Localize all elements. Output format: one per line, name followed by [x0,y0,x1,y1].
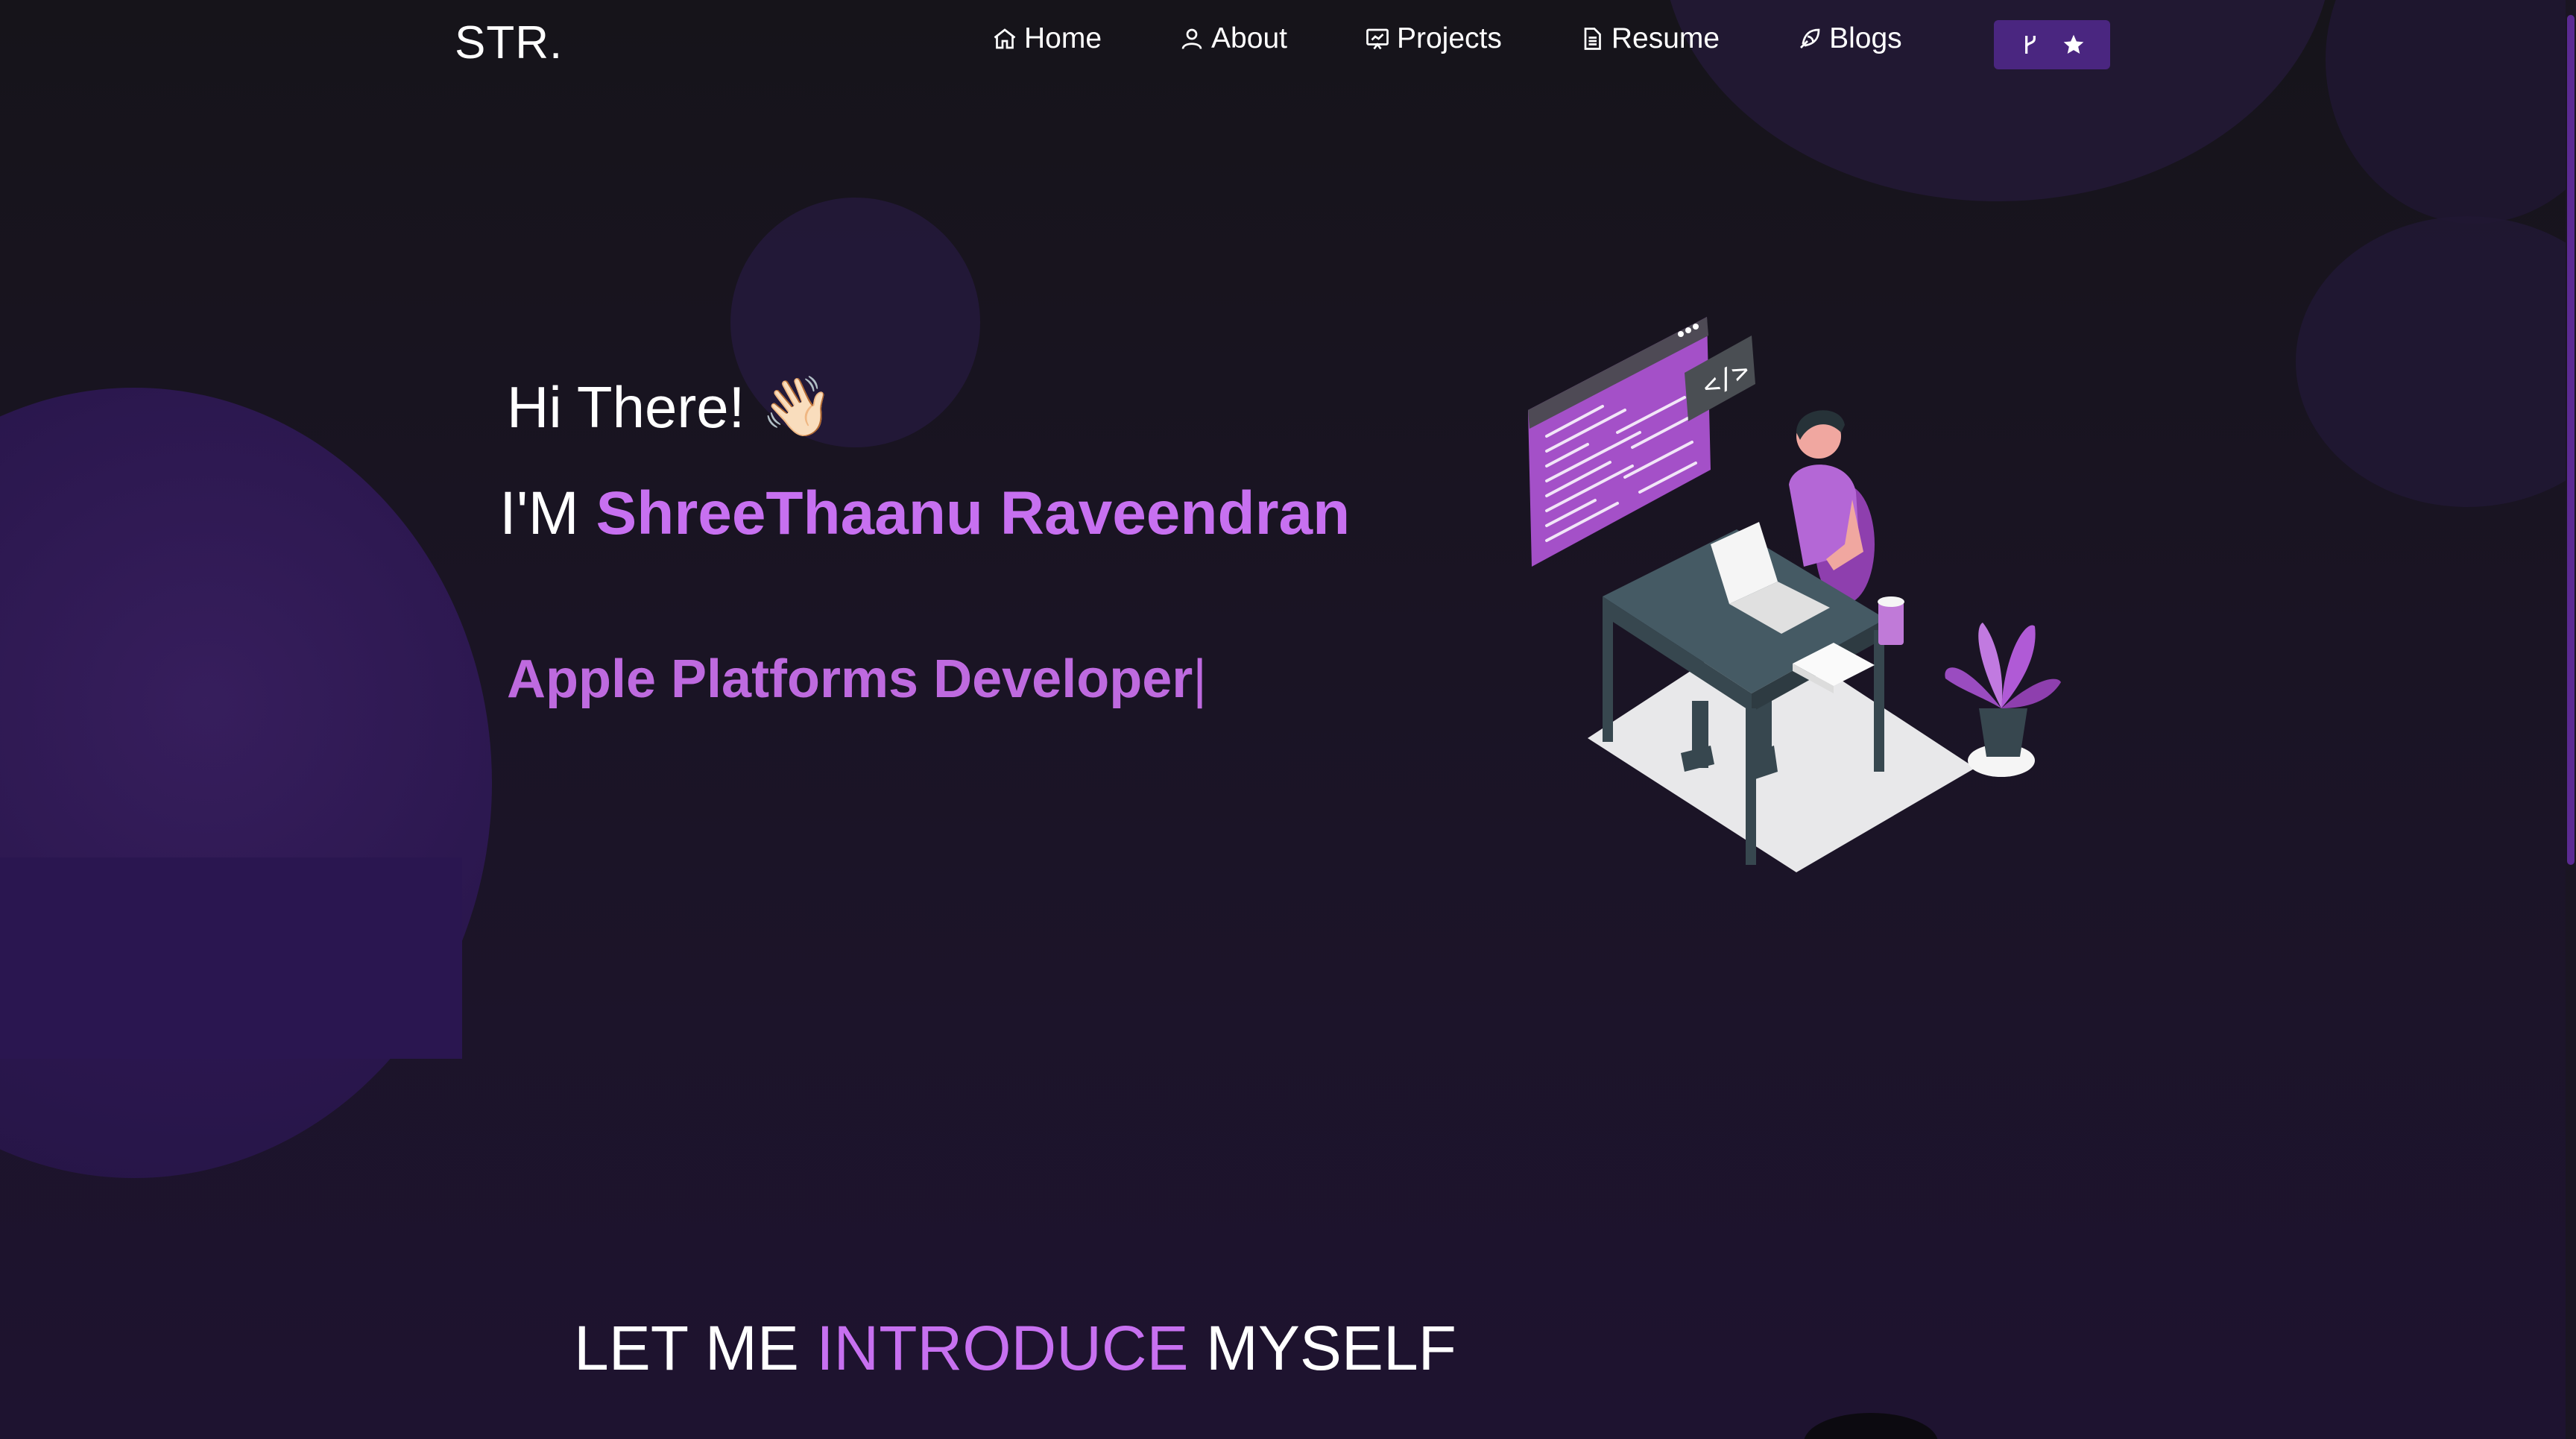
projects-icon [1366,28,1389,50]
nav-label: Blogs [1829,22,1902,54]
role-text: Apple Platforms Developer [507,649,1193,709]
intro-part2: MYSELF [1188,1313,1456,1383]
developer-name: ShreeThaanu Raveendran [596,479,1351,547]
nav-item-projects[interactable]: Projects [1364,22,1502,55]
background-blob [2296,216,2576,507]
nav-label: Resume [1611,22,1720,54]
greeting-text: Hi There! [507,374,745,440]
git-fork-icon [2025,36,2036,54]
typewriter-cursor: | [1193,649,1207,709]
typewriter-role: Apple Platforms Developer| [507,649,1207,710]
background-blob [0,388,492,1178]
scrollbar[interactable] [2566,0,2576,1439]
home-icon [994,28,1016,49]
nav-label: Projects [1396,22,1502,54]
star-icon [2063,34,2084,54]
nav-label: About [1211,22,1287,54]
wave-emoji: 👋🏻 [761,374,834,439]
nav-item-about[interactable]: About [1178,22,1287,55]
document-icon [1584,28,1601,50]
potted-plant [1945,623,2061,777]
introduce-heading: LET ME INTRODUCE MYSELF [574,1312,1456,1385]
nav-item-blogs[interactable]: Blogs [1796,22,1902,55]
code-window [1528,317,1711,567]
developer-desk-illustration: </> [1528,317,2061,872]
nav-item-home[interactable]: Home [991,22,1102,55]
nav-label: Home [1024,22,1102,54]
avatar-edge [1804,1413,1938,1439]
background-blob [2326,0,2576,224]
user-icon [1181,28,1202,49]
nav-item-resume[interactable]: Resume [1579,22,1720,55]
name-heading: I'M ShreeThaanu Raveendran [499,479,1350,549]
blog-icon [1800,28,1820,48]
navbar: Home About Projects Resume Blogs [991,22,1979,55]
intro-part1: LET ME [574,1313,817,1383]
background-blob-base [0,857,462,1059]
github-fork-button[interactable] [1994,20,2110,69]
name-prefix: I'M [499,479,596,547]
brand-logo[interactable]: STR. [455,16,563,69]
greeting-heading: Hi There! 👋🏻 [507,373,833,441]
scrollbar-thumb[interactable] [2567,15,2575,865]
intro-accent: INTRODUCE [816,1313,1189,1383]
page: STR. Home About Projects Resume Blogs Hi… [0,0,2576,1439]
